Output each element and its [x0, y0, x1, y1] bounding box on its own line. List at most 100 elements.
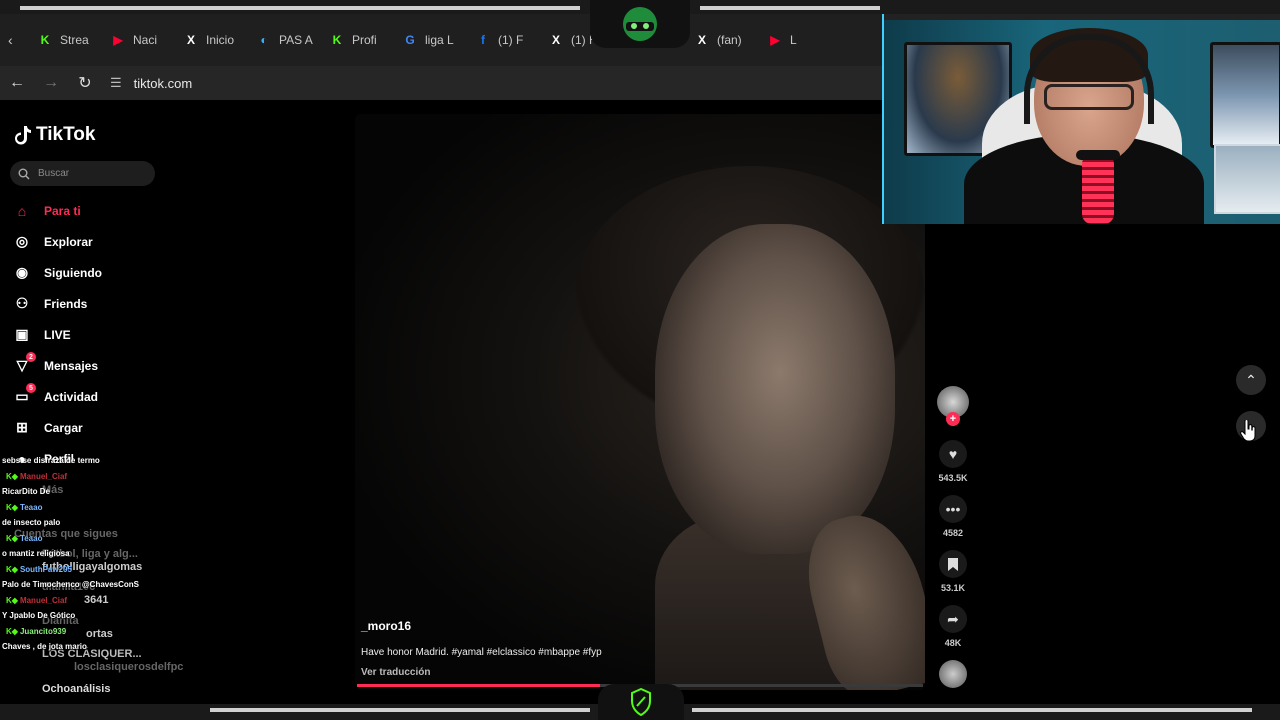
browser-tab-label: L: [790, 33, 797, 47]
tab-scroll-left-icon[interactable]: ‹: [8, 32, 32, 48]
chat-message: K◆ SouthPaw205: [6, 565, 72, 574]
compass-icon: ◎: [15, 233, 29, 249]
sidebar-account[interactable]: losclasiquerosdelfpc: [74, 661, 183, 673]
microphone-grille: [1076, 150, 1120, 160]
heart-icon[interactable]: ♥: [939, 440, 967, 468]
browser-tab-label: Inicio: [206, 33, 235, 47]
chat-message: K◆ Teaao: [6, 503, 42, 512]
bookmark-icon[interactable]: [939, 550, 967, 578]
tiktok-sidebar-nav: ⌂ Para ti ◎ Explorar ◉ Siguiendo ⚇ Friends ▣ LIVE…: [12, 195, 102, 474]
chevron-up-icon: ⌃: [1245, 371, 1257, 388]
forward-arrow-icon[interactable]: →: [34, 74, 68, 92]
notification-badge: 5: [26, 383, 36, 393]
tiktok-logo[interactable]: TikTok: [14, 124, 95, 146]
kick-icon: K: [332, 33, 342, 47]
chat-username-text: SouthPaw205: [19, 564, 72, 574]
like-action[interactable]: ♥ 543.5K: [935, 440, 971, 483]
browser-tab[interactable]: K Profi: [324, 24, 397, 56]
video-description: Have honor Madrid. #yamal #elclassico #m…: [361, 647, 602, 658]
comment-icon[interactable]: •••: [939, 495, 967, 523]
sidebar-item-label: Siguiendo: [44, 265, 102, 280]
plus-square-icon: ⊞: [16, 419, 28, 435]
overlay-top-bar-right: [700, 6, 880, 10]
x-icon: X: [697, 33, 706, 47]
pas-icon: ◐: [260, 33, 268, 47]
chat-message: K◆ Teaao: [6, 534, 42, 543]
browser-tab[interactable]: ▶ L: [762, 24, 835, 56]
tiktok-note-icon: [15, 126, 31, 145]
chat-message: de insecto palo: [2, 518, 60, 527]
stream-logo-bottom: [598, 684, 684, 720]
home-icon: ⌂: [17, 202, 27, 219]
sidebar-account[interactable]: Ochoanálisis: [42, 683, 110, 695]
music-disc-icon[interactable]: [939, 660, 967, 688]
chat-username-text: Juancito939: [19, 626, 67, 636]
share-arrow-icon[interactable]: ➦: [939, 605, 967, 633]
browser-tab[interactable]: X (fan): [689, 24, 762, 56]
stream-logo-top: [590, 0, 690, 48]
browser-tab-label: liga L: [425, 33, 454, 47]
kick-badge-icon: K◆: [6, 533, 18, 543]
chat-username: K◆ Teaao: [6, 534, 42, 543]
sidebar-item-para-ti[interactable]: ⌂ Para ti: [12, 195, 102, 226]
follow-plus-icon[interactable]: +: [946, 412, 960, 426]
browser-tab-label: PAS A: [279, 33, 313, 47]
chat-username: K◆ Manuel_Ciaf: [6, 472, 67, 481]
chat-username: K◆ Manuel_Ciaf: [6, 596, 67, 605]
chat-text: RicarDito De: [2, 487, 51, 496]
see-translation-link[interactable]: Ver traducción: [361, 667, 602, 678]
chat-message: K◆ Manuel_Ciaf: [6, 472, 67, 481]
video-player[interactable]: [355, 114, 925, 690]
chat-message: Palo de Timochenco @ChavesConS: [2, 580, 139, 589]
youtube-icon: ▶: [770, 33, 780, 47]
sidebar-item-live[interactable]: ▣ LIVE: [12, 319, 102, 350]
search-input[interactable]: [38, 168, 138, 179]
chat-username-text: Teaao: [19, 533, 43, 543]
browser-tab[interactable]: X Inicio: [178, 24, 251, 56]
chat-username-text: Manuel_Ciaf: [19, 595, 68, 605]
back-arrow-icon[interactable]: ←: [0, 74, 34, 92]
video-actions: + ♥ 543.5K ••• 4582 53.1K ➦ 48K: [935, 386, 971, 688]
save-action[interactable]: 53.1K: [935, 550, 971, 593]
kick-badge-icon: K◆: [6, 626, 18, 636]
chat-username-text: Manuel_Ciaf: [19, 471, 68, 481]
chat-username: K◆ SouthPaw205: [6, 565, 72, 574]
search-box[interactable]: [10, 161, 155, 186]
browser-tab[interactable]: ◐ PAS A: [251, 24, 324, 56]
video-author[interactable]: _moro16: [361, 619, 602, 633]
browser-tab[interactable]: Gliga L: [397, 24, 470, 56]
url-field[interactable]: ☰ tiktok.com: [110, 75, 192, 91]
browser-tab[interactable]: ▶ Naci: [105, 24, 178, 56]
sidebar-item-cargar[interactable]: ⊞ Cargar: [12, 412, 102, 443]
notification-badge: 2: [26, 352, 36, 362]
chat-message: Y Jpablo De Gótico: [2, 611, 75, 620]
creator-avatar[interactable]: +: [937, 386, 969, 426]
share-action[interactable]: ➦ 48K: [935, 605, 971, 648]
streamer-webcam: [882, 14, 1280, 224]
sidebar-account[interactable]: ortas: [86, 628, 113, 640]
sidebar-item-actividad[interactable]: ▭ 5 Actividad: [12, 381, 102, 412]
facebook-icon: f: [481, 33, 485, 47]
sidebar-item-explorar[interactable]: ◎ Explorar: [12, 226, 102, 257]
sidebar-item-friends[interactable]: ⚇ Friends: [12, 288, 102, 319]
chat-text: Palo de Timochenco @ChavesConS: [2, 580, 140, 589]
sidebar-account-count: 3641: [84, 594, 109, 606]
sound-disc[interactable]: [935, 660, 971, 688]
browser-tab[interactable]: K Strea: [32, 24, 105, 56]
chat-username-text: Teaao: [19, 502, 43, 512]
reload-icon[interactable]: ↻: [68, 73, 102, 93]
chat-text: Chaves , de jota mario: [2, 642, 87, 651]
save-count: 53.1K: [940, 583, 966, 593]
chat-message: K◆ Juancito939: [6, 627, 66, 636]
search-icon: [18, 168, 30, 179]
browser-address-bar: ← → ↻ ☰ tiktok.com: [0, 66, 884, 100]
site-settings-icon[interactable]: ☰: [110, 75, 122, 91]
share-count: 48K: [944, 638, 962, 648]
browser-tab[interactable]: f (1) F: [470, 24, 543, 56]
comment-count: 4582: [942, 528, 964, 538]
previous-video-button[interactable]: ⌃: [1236, 365, 1266, 395]
comment-action[interactable]: ••• 4582: [935, 495, 971, 538]
sidebar-item-siguiendo[interactable]: ◉ Siguiendo: [12, 257, 102, 288]
kick-badge-icon: K◆: [6, 595, 18, 605]
sidebar-item-mensajes[interactable]: ▽ 2 Mensajes: [12, 350, 102, 381]
